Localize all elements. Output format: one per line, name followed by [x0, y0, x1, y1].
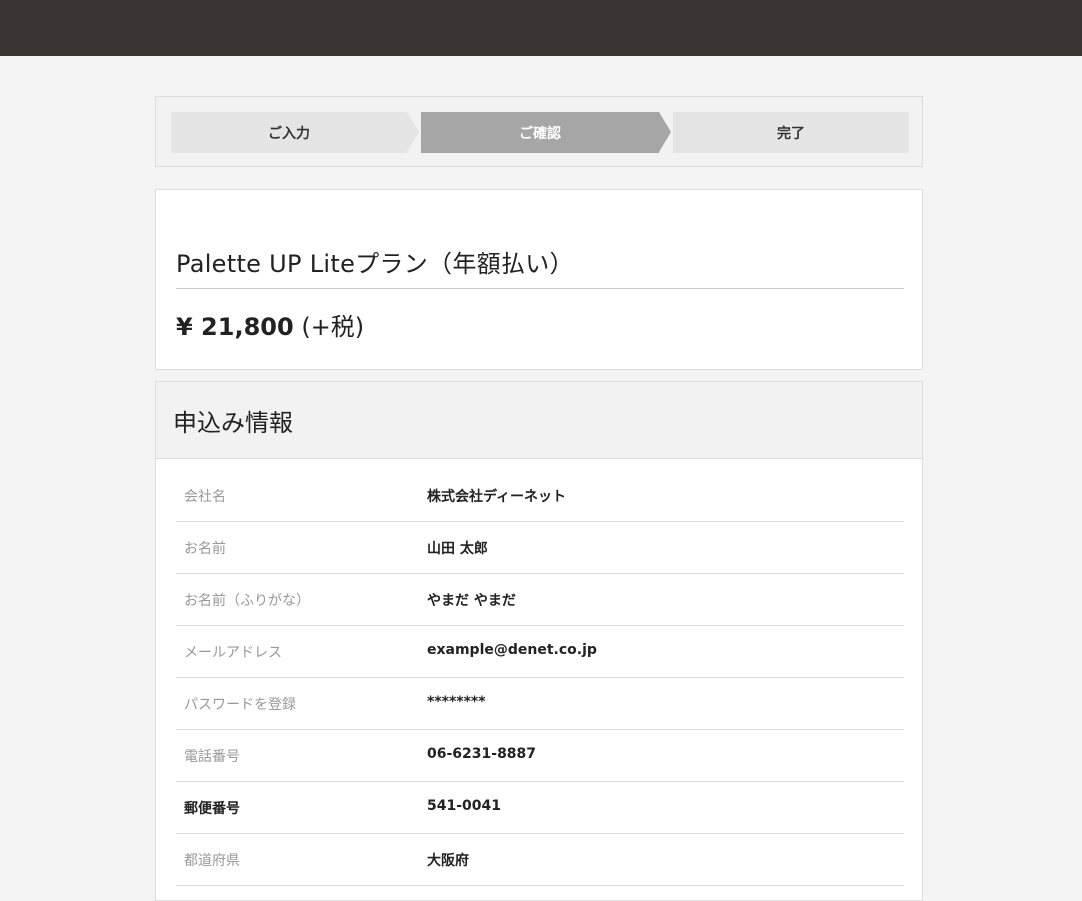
info-label: 都道府県 [184, 853, 240, 869]
progress-steps: ご入力 ご確認 完了 [155, 96, 923, 167]
info-row-name-kana: お名前（ふりがな） やまだ やまだ [176, 574, 904, 626]
price-tax: (+税) [301, 313, 365, 341]
info-row-phone: 電話番号 06-6231-8887 [176, 730, 904, 782]
step-input: ご入力 [171, 112, 419, 153]
price-amount: ¥ 21,800 [176, 313, 294, 341]
step-arrow-icon [407, 112, 419, 152]
step-arrow-icon [659, 112, 671, 152]
step-complete-label: 完了 [777, 125, 805, 142]
step-confirm: ご確認 [421, 112, 671, 153]
info-label: お名前（ふりがな） [184, 593, 310, 609]
application-info-heading: 申込み情報 [156, 382, 922, 459]
info-row-password: パスワードを登録 ******** [176, 678, 904, 730]
info-label: 会社名 [184, 489, 226, 505]
info-row-company: 会社名 株式会社ディーネット [176, 479, 904, 522]
top-header-bar [0, 0, 1082, 56]
info-value: 株式会社ディーネット [427, 489, 567, 505]
application-info: 申込み情報 会社名 株式会社ディーネット お名前 山田 太郎 お名前（ふりがな）… [155, 381, 923, 901]
info-value: ******** [427, 694, 486, 710]
info-label: 電話番号 [184, 749, 240, 765]
info-label: パスワードを登録 [184, 697, 296, 713]
info-row-postal-code: 郵便番号 541-0041 [176, 782, 904, 834]
plan-name: Palette UP Liteプラン（年額払い） [176, 244, 904, 289]
info-value: 大阪府 [427, 853, 469, 869]
info-row-prefecture: 都道府県 大阪府 [176, 834, 904, 886]
info-label: お名前 [184, 541, 226, 557]
info-value: example@denet.co.jp [427, 642, 597, 658]
step-complete: 完了 [673, 112, 909, 153]
info-value: 山田 太郎 [427, 541, 488, 557]
info-value: やまだ やまだ [427, 593, 516, 609]
application-info-table: 会社名 株式会社ディーネット お名前 山田 太郎 お名前（ふりがな） やまだ や… [176, 479, 904, 886]
plan-summary: Palette UP Liteプラン（年額払い） ¥ 21,800 (+税) [155, 189, 923, 370]
info-row-email: メールアドレス example@denet.co.jp [176, 626, 904, 678]
step-confirm-label: ご確認 [519, 125, 561, 142]
plan-price: ¥ 21,800 (+税) [176, 307, 364, 342]
info-label: 郵便番号 [184, 801, 240, 817]
info-label: メールアドレス [184, 645, 282, 661]
info-value: 06-6231-8887 [427, 746, 537, 762]
info-value: 541-0041 [427, 798, 501, 814]
info-row-name: お名前 山田 太郎 [176, 522, 904, 574]
step-input-label: ご入力 [268, 125, 310, 142]
